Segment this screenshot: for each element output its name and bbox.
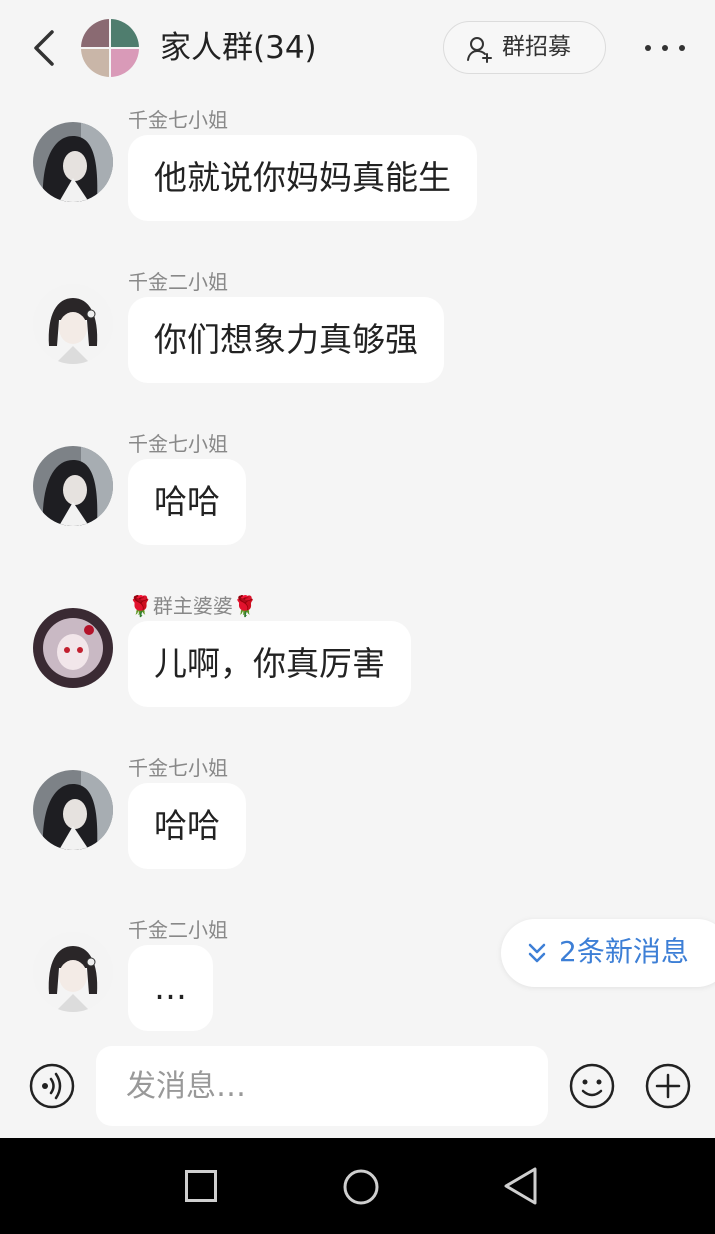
more-dot <box>679 45 685 51</box>
voice-icon <box>29 1063 75 1109</box>
home-icon[interactable] <box>342 1168 380 1206</box>
sender-name: 🌹群主婆婆🌹 <box>128 594 258 618</box>
sender-name: 千金七小姐 <box>128 108 228 132</box>
chevron-left-icon <box>34 30 54 66</box>
sender-name: 千金二小姐 <box>128 918 228 942</box>
message-bubble[interactable]: 哈哈 <box>128 783 246 869</box>
message-item: 千金七小姐 他就说你妈妈真能生 <box>0 100 715 230</box>
avatar-image <box>33 284 113 364</box>
more-options-button[interactable] <box>640 34 690 62</box>
message-input[interactable] <box>96 1046 548 1126</box>
plus-circle-icon <box>645 1063 691 1109</box>
new-messages-label: 2条新消息 <box>559 935 689 968</box>
system-back-icon[interactable] <box>502 1166 540 1206</box>
voice-button[interactable] <box>28 1062 76 1110</box>
sender-name: 千金七小姐 <box>128 756 228 780</box>
avatar-image <box>33 770 113 850</box>
message-bubble[interactable]: … <box>128 945 213 1031</box>
emoji-button[interactable] <box>568 1062 616 1110</box>
avatar[interactable] <box>33 770 113 850</box>
group-recruit-button[interactable]: 群招募 <box>443 21 606 74</box>
message-item: 千金七小姐 哈哈 <box>0 748 715 878</box>
double-chevron-down-icon <box>528 943 546 963</box>
message-bubble[interactable]: 你们想象力真够强 <box>128 297 444 383</box>
message-bubble[interactable]: 他就说你妈妈真能生 <box>128 135 477 221</box>
recent-apps-icon[interactable] <box>184 1169 218 1203</box>
group-avatar[interactable] <box>81 19 139 77</box>
avatar-image <box>33 122 113 202</box>
avatar-image <box>33 932 113 1012</box>
message-item: 🌹群主婆婆🌹 儿啊，你真厉害 <box>0 586 715 716</box>
message-item: 千金二小姐 你们想象力真够强 <box>0 262 715 392</box>
message-input-bar <box>0 1035 715 1138</box>
avatar-image <box>33 446 113 526</box>
message-bubble[interactable]: 儿啊，你真厉害 <box>128 621 411 707</box>
message-item: 千金七小姐 哈哈 <box>0 424 715 554</box>
avatar[interactable] <box>33 608 113 688</box>
group-recruit-label: 群招募 <box>502 34 571 60</box>
smiley-icon <box>569 1063 615 1109</box>
new-messages-button[interactable]: 2条新消息 <box>501 919 715 987</box>
sender-name: 千金二小姐 <box>128 270 228 294</box>
avatar[interactable] <box>33 446 113 526</box>
back-button[interactable] <box>28 26 64 70</box>
avatar-image <box>33 608 113 688</box>
message-bubble[interactable]: 哈哈 <box>128 459 246 545</box>
sender-name: 千金七小姐 <box>128 432 228 456</box>
avatar[interactable] <box>33 122 113 202</box>
add-user-icon <box>467 37 492 63</box>
avatar[interactable] <box>33 932 113 1012</box>
chat-header: 家人群(34) 群招募 <box>0 0 715 96</box>
more-dot <box>662 45 668 51</box>
chat-title[interactable]: 家人群(34) <box>160 28 317 68</box>
avatar[interactable] <box>33 284 113 364</box>
more-dot <box>645 45 651 51</box>
more-actions-button[interactable] <box>644 1062 692 1110</box>
